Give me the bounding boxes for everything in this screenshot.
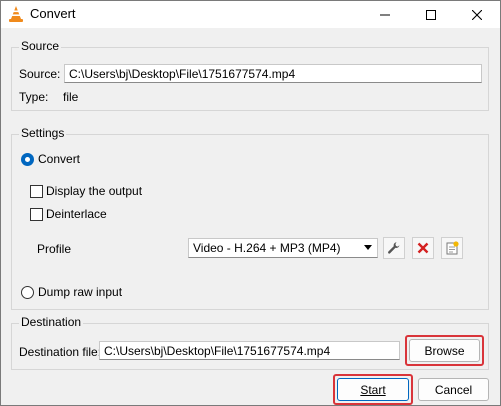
convert-radio[interactable]: [21, 153, 34, 166]
edit-profile-button[interactable]: [383, 237, 405, 259]
vlc-cone-icon: [9, 6, 23, 22]
delete-profile-button[interactable]: [412, 237, 434, 259]
delete-x-icon: [417, 242, 429, 254]
start-button-label: Start: [360, 382, 386, 397]
close-icon: [472, 9, 482, 20]
type-label: Type:: [19, 90, 49, 104]
settings-group: Settings: [11, 126, 489, 310]
chevron-down-icon: [364, 245, 372, 250]
convert-radio-label[interactable]: Convert: [38, 152, 80, 166]
new-profile-icon: [446, 241, 459, 255]
settings-group-title: Settings: [19, 126, 67, 140]
type-value: file: [63, 90, 79, 104]
window-title: Convert: [30, 6, 76, 21]
dump-raw-radio[interactable]: [21, 286, 34, 299]
display-output-label[interactable]: Display the output: [46, 184, 142, 198]
source-path-field[interactable]: C:\Users\bj\Desktop\File\1751677574.mp4: [64, 64, 482, 83]
dump-raw-label[interactable]: Dump raw input: [38, 285, 122, 299]
wrench-icon: [388, 242, 400, 254]
cancel-button[interactable]: Cancel: [418, 378, 489, 401]
cancel-button-label: Cancel: [434, 382, 473, 397]
destination-group-title: Destination: [19, 315, 84, 329]
minimize-button[interactable]: [362, 1, 408, 28]
start-button[interactable]: Start: [337, 378, 409, 401]
maximize-icon: [426, 9, 436, 20]
display-output-checkbox[interactable]: [30, 185, 43, 198]
destination-path-field[interactable]: C:\Users\bj\Desktop\File\1751677574.mp4: [99, 341, 400, 360]
title-bar: Convert: [1, 1, 500, 28]
new-profile-button[interactable]: [441, 237, 463, 259]
profile-label: Profile: [37, 242, 72, 256]
source-group: Source Source: C:\Users\bj\Desktop\File\…: [11, 39, 489, 111]
profile-selected-value: Video - H.264 + MP3 (MP4): [193, 241, 341, 255]
deinterlace-label[interactable]: Deinterlace: [46, 207, 107, 221]
source-group-title: Source: [19, 39, 62, 53]
maximize-button[interactable]: [408, 1, 454, 28]
browse-button[interactable]: Browse: [409, 339, 480, 362]
deinterlace-checkbox[interactable]: [30, 208, 43, 221]
close-button[interactable]: [454, 1, 500, 28]
destination-file-label: Destination file:: [19, 345, 102, 359]
minimize-icon: [380, 14, 390, 15]
source-label: Source:: [19, 67, 61, 81]
convert-dialog: Convert Source Source: C:\Users\bj\Deskt…: [0, 0, 501, 406]
profile-select[interactable]: Video - H.264 + MP3 (MP4): [188, 238, 378, 258]
